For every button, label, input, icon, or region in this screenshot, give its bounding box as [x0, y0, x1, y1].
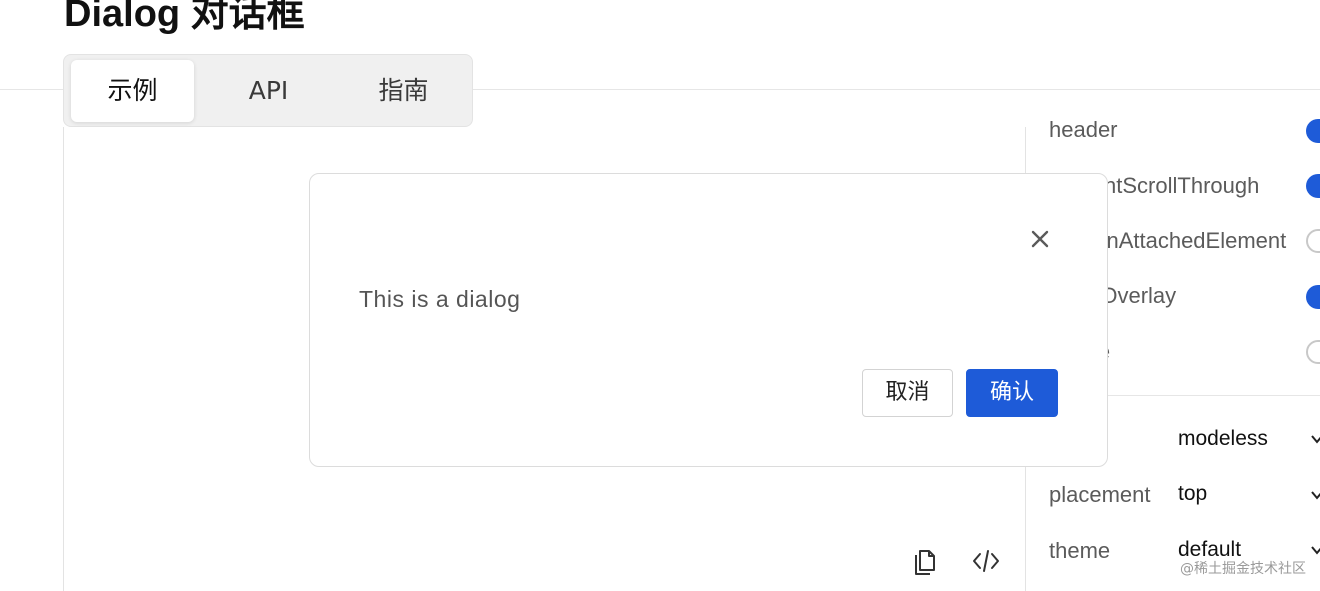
watermark: @稀土掘金技术社区 [1180, 561, 1306, 577]
visible-toggle[interactable] [1306, 340, 1320, 364]
placement-select[interactable]: top [1178, 482, 1207, 506]
config-label-theme: theme [1049, 538, 1111, 563]
chevron-down-icon[interactable] [1310, 432, 1320, 446]
prevent-scroll-through-toggle[interactable] [1306, 174, 1320, 198]
page-title: Dialog 对话框 [64, 0, 305, 35]
show-overlay-toggle[interactable] [1306, 285, 1320, 309]
chevron-down-icon[interactable] [1310, 543, 1320, 557]
config-label-header: header [1049, 117, 1118, 142]
confirm-button[interactable]: 确认 [966, 369, 1058, 417]
tab-bar: 示例 API 指南 [63, 54, 473, 127]
tab-guide[interactable]: 指南 [342, 60, 465, 122]
mode-select[interactable]: modeless [1178, 427, 1268, 451]
tab-examples[interactable]: 示例 [71, 60, 194, 122]
dialog: This is a dialog 取消 确认 [309, 173, 1108, 467]
docs-page: Dialog 对话框 示例 API 指南 This is a dialog 取消… [0, 0, 1320, 591]
code-icon[interactable] [971, 546, 1001, 576]
show-in-attached-element-toggle[interactable] [1306, 229, 1320, 253]
copy-icon[interactable] [910, 546, 940, 576]
close-icon-glyph [1031, 230, 1049, 248]
close-icon[interactable] [1027, 226, 1053, 252]
tab-api[interactable]: API [207, 60, 330, 122]
dialog-body-text: This is a dialog [359, 286, 521, 312]
chevron-down-icon[interactable] [1310, 488, 1320, 502]
config-label-placement: placement [1049, 482, 1151, 507]
cancel-button[interactable]: 取消 [862, 369, 953, 417]
header-toggle[interactable] [1306, 119, 1320, 143]
